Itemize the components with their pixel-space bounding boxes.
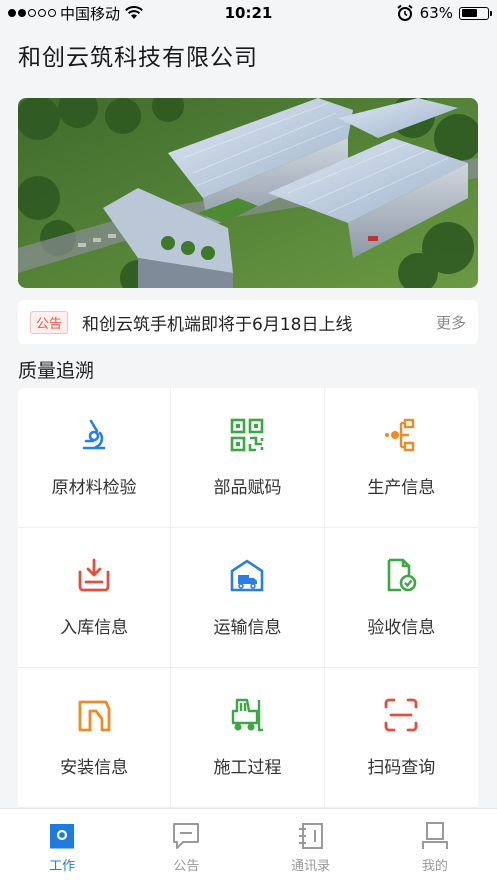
tab-label: 工作	[49, 858, 76, 874]
notice-text[interactable]: 和创云筑手机端即将于6月18日上线	[82, 310, 436, 335]
tab-label: 公告	[173, 858, 200, 874]
grid-item-construction-process[interactable]: 施工过程	[171, 668, 325, 808]
banner-image[interactable]	[18, 98, 478, 288]
grid-item-scan-query[interactable]: 扫码查询	[324, 668, 478, 808]
notice-bar[interactable]: 公告 和创云筑手机端即将于6月18日上线 更多	[18, 300, 478, 344]
grid-item-label: 施工过程	[213, 758, 282, 778]
scan-icon	[384, 698, 418, 732]
status-right: 63%	[396, 4, 492, 22]
grid-item-raw-material-inspection[interactable]: 原材料检验	[18, 388, 172, 528]
signal-strength-icon	[8, 9, 56, 17]
tab-work[interactable]: 工作	[0, 809, 124, 883]
work-icon	[50, 823, 75, 848]
grid-item-label: 运输信息	[213, 618, 282, 638]
tab-announcement[interactable]: 公告	[124, 809, 248, 883]
grid-item-label: 验收信息	[367, 618, 436, 638]
qrcode-icon	[231, 418, 264, 452]
status-left: 中国移动	[8, 3, 144, 24]
notice-tag: 公告	[30, 310, 69, 334]
tab-label: 通讯录	[291, 858, 331, 874]
grid-item-production-info[interactable]: 生产信息	[324, 388, 478, 528]
profile-icon	[421, 821, 448, 849]
document-check-icon	[388, 558, 417, 592]
grid-item-transport-info[interactable]: 运输信息	[171, 528, 325, 668]
battery-icon	[459, 6, 492, 20]
forklift-icon	[232, 698, 264, 732]
battery-percent: 63%	[419, 4, 453, 22]
alarm-icon	[397, 4, 413, 21]
clock: 10:21	[224, 4, 273, 22]
grid-item-label: 生产信息	[367, 478, 436, 498]
grid-item-label: 原材料检验	[51, 478, 137, 498]
grid-item-part-coding[interactable]: 部品赋码	[171, 388, 325, 528]
quality-trace-grid: 原材料检验 部品赋码 生产信息 入库信息 运输信息 验收信息 安装信息 施工过程…	[18, 388, 478, 808]
grid-item-warehousing-info[interactable]: 入库信息	[18, 528, 172, 668]
grid-item-label: 部品赋码	[213, 478, 282, 498]
grid-item-label: 扫码查询	[367, 758, 436, 778]
tab-contacts[interactable]: 通讯录	[249, 809, 373, 883]
carrier-label: 中国移动	[60, 4, 121, 23]
grid-item-label: 入库信息	[60, 618, 129, 638]
section-title: 质量追溯	[18, 360, 95, 382]
install-bracket-icon	[78, 700, 111, 732]
inbox-download-icon	[78, 558, 110, 592]
warehouse-truck-icon	[231, 559, 264, 592]
contacts-icon	[298, 822, 323, 849]
company-name: 和创云筑科技有限公司	[18, 45, 258, 71]
grid-item-acceptance-info[interactable]: 验收信息	[324, 528, 478, 668]
tab-profile[interactable]: 我的	[373, 809, 497, 883]
tab-label: 我的	[421, 858, 448, 874]
microscope-icon	[82, 419, 106, 450]
wifi-icon	[125, 6, 143, 19]
status-bar: 中国移动 10:21 63%	[0, 0, 497, 26]
production-flow-icon	[385, 418, 415, 452]
grid-item-installation-info[interactable]: 安装信息	[18, 668, 172, 808]
bottom-tab-bar: 工作 公告 通讯录 我的	[0, 808, 497, 883]
notice-more-link[interactable]: 更多	[436, 312, 466, 333]
grid-item-label: 安装信息	[60, 758, 129, 778]
message-icon	[173, 822, 200, 849]
